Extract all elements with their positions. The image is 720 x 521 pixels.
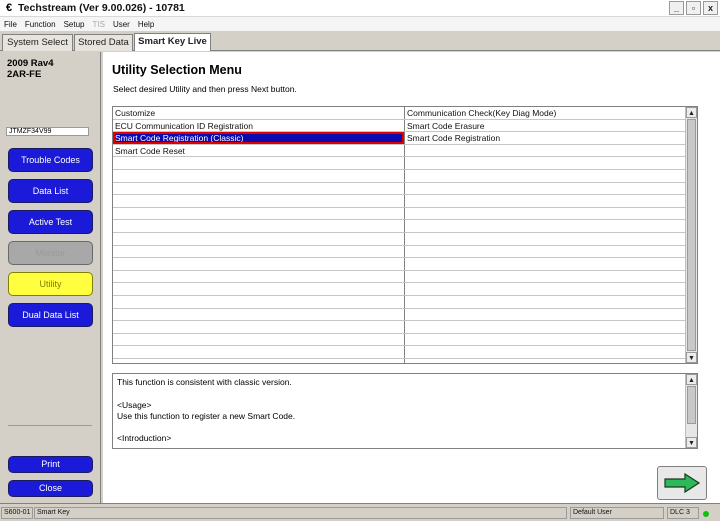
description-line <box>113 388 697 399</box>
vehicle-engine: 2AR-FE <box>7 69 42 80</box>
next-button[interactable] <box>657 466 707 500</box>
table-row[interactable] <box>113 296 697 309</box>
table-row[interactable] <box>113 208 697 221</box>
utility-right-cell[interactable]: Smart Code Erasure <box>405 120 685 132</box>
status-function: Smart Key <box>34 507 567 519</box>
window-controls: _ ▫ x <box>669 1 718 15</box>
scroll-down-icon[interactable]: ▼ <box>686 352 697 363</box>
table-row[interactable] <box>113 183 697 196</box>
scroll-up-icon[interactable]: ▲ <box>686 107 697 118</box>
utility-left-cell[interactable]: ECU Communication ID Registration <box>113 120 404 132</box>
table-row[interactable]: Customize Communication Check(Key Diag Mo… <box>113 107 697 120</box>
utility-button[interactable]: Utility <box>8 272 93 296</box>
page-title: Utility Selection Menu <box>112 63 242 77</box>
table-row[interactable] <box>113 258 697 271</box>
menu-function[interactable]: Function <box>25 20 56 29</box>
title-bar: € Techstream (Ver 9.00.026) - 10781 _ ▫ … <box>0 0 720 17</box>
page-instructions: Select desired Utility and then press Ne… <box>113 84 297 94</box>
table-row[interactable] <box>113 309 697 322</box>
status-code: S600-01 <box>1 507 33 519</box>
utility-right-cell[interactable]: Smart Code Registration <box>405 132 685 144</box>
tab-stored-data[interactable]: Stored Data <box>74 34 133 51</box>
description-line: Use this function to register a new Smar… <box>117 410 296 421</box>
vin-field: JTMZF34V99 <box>6 127 89 136</box>
table-row[interactable] <box>113 283 697 296</box>
tab-smart-key-live[interactable]: Smart Key Live <box>134 33 211 51</box>
tab-bar: System Select Stored Data Smart Key Live <box>0 32 720 51</box>
sidebar: 2009 Rav4 2AR-FE JTMZF34V99 Trouble Code… <box>0 52 101 503</box>
table-row[interactable] <box>113 246 697 259</box>
scroll-down-icon[interactable]: ▼ <box>686 437 697 448</box>
table-row[interactable]: ECU Communication ID Registration Smart C… <box>113 120 697 133</box>
vehicle-info: 2009 Rav4 2AR-FE <box>7 58 53 80</box>
connection-led-icon <box>703 511 709 517</box>
utility-right-cell[interactable]: Communication Check(Key Diag Mode) <box>405 107 685 119</box>
description-line: <Introduction> <box>117 433 172 444</box>
print-button[interactable]: Print <box>8 456 93 473</box>
utility-left-cell[interactable]: Smart Code Reset <box>113 145 404 157</box>
main-panel: Utility Selection Menu Select desired Ut… <box>103 52 720 503</box>
table-row[interactable] <box>113 195 697 208</box>
status-bar: S600-01 Smart Key Default User DLC 3 <box>0 503 720 521</box>
close-window-button[interactable]: x <box>703 1 718 15</box>
active-test-button[interactable]: Active Test <box>8 210 93 234</box>
menu-file[interactable]: File <box>4 20 17 29</box>
table-row[interactable] <box>113 334 697 347</box>
status-dlc: DLC 3 <box>667 507 699 519</box>
close-button[interactable]: Close <box>8 480 93 497</box>
tab-system-select[interactable]: System Select <box>2 34 73 51</box>
trouble-codes-button[interactable]: Trouble Codes <box>8 148 93 172</box>
right-arrow-icon <box>664 472 701 494</box>
table-row[interactable]: Smart Code Reset <box>113 145 697 158</box>
description-scrollbar[interactable]: ▲ ▼ <box>685 374 697 448</box>
menu-bar: File Function Setup TIS User Help <box>0 17 720 31</box>
sidebar-divider <box>8 425 92 426</box>
description-line <box>113 422 697 433</box>
window-title: Techstream (Ver 9.00.026) - 10781 <box>18 2 185 14</box>
menu-user[interactable]: User <box>113 20 130 29</box>
status-user: Default User <box>570 507 664 519</box>
grid-scrollbar[interactable]: ▲ ▼ <box>685 107 697 363</box>
vehicle-model: 2009 Rav4 <box>7 58 54 69</box>
table-row[interactable] <box>113 321 697 334</box>
utility-grid: Customize Communication Check(Key Diag Mo… <box>112 106 698 364</box>
table-row[interactable] <box>113 157 697 170</box>
description-line: This function is consistent with classic… <box>117 377 292 387</box>
techstream-logo-icon: € <box>5 2 13 14</box>
menu-setup[interactable]: Setup <box>64 20 85 29</box>
menu-help[interactable]: Help <box>138 20 154 29</box>
menu-tis[interactable]: TIS <box>92 20 104 29</box>
maximize-button[interactable]: ▫ <box>686 1 701 15</box>
description-panel: This function is consistent with classic… <box>112 373 698 449</box>
utility-left-cell[interactable]: Customize <box>113 107 404 119</box>
table-row[interactable]: Smart Code Registration (Classic) Smart C… <box>113 132 697 145</box>
table-row[interactable] <box>113 233 697 246</box>
table-row[interactable] <box>113 271 697 284</box>
table-row[interactable] <box>113 346 697 359</box>
scroll-up-icon[interactable]: ▲ <box>686 374 697 385</box>
scroll-thumb[interactable] <box>687 119 696 351</box>
data-list-button[interactable]: Data List <box>8 179 93 203</box>
utility-left-cell[interactable]: Smart Code Registration (Classic) <box>113 132 404 145</box>
table-row[interactable] <box>113 220 697 233</box>
dual-data-list-button[interactable]: Dual Data List <box>8 303 93 327</box>
scroll-thumb[interactable] <box>687 386 696 424</box>
monitor-button[interactable]: Monitor <box>8 241 93 265</box>
minimize-button[interactable]: _ <box>669 1 684 15</box>
table-row[interactable] <box>113 170 697 183</box>
description-line: <Usage> <box>117 399 152 410</box>
